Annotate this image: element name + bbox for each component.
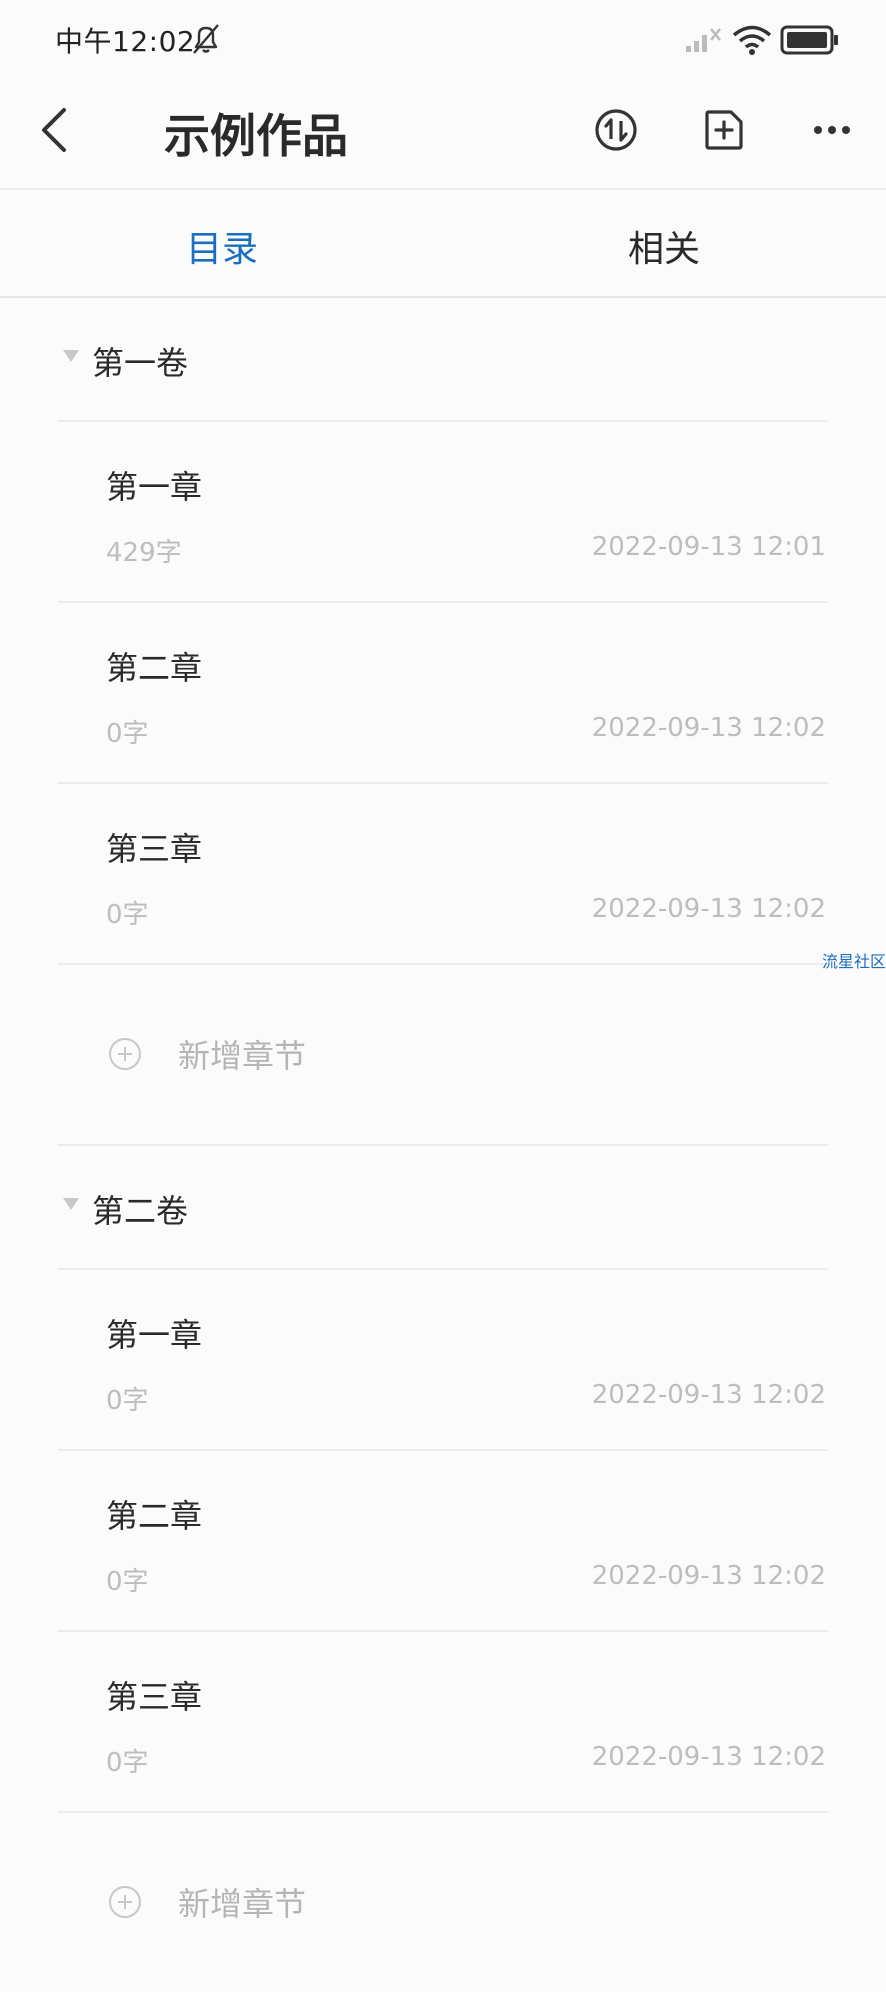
chapter-item[interactable]: 第三章 0字 2022-09-13 12:02 bbox=[0, 1632, 886, 1811]
chapter-word-count: 0字 bbox=[106, 719, 149, 749]
wifi-icon bbox=[732, 25, 772, 55]
chapter-item[interactable]: 第三章 0字 2022-09-13 12:02 bbox=[0, 784, 886, 963]
volume-title: 第二卷 bbox=[92, 1192, 189, 1230]
chapter-title: 第一章 bbox=[106, 1316, 203, 1354]
chapter-word-count: 429字 bbox=[106, 538, 182, 568]
more-button[interactable] bbox=[804, 102, 860, 158]
chapter-title: 第二章 bbox=[106, 649, 203, 687]
sort-button[interactable] bbox=[588, 102, 644, 158]
chapter-list: 第一卷 第一章 429字 2022-09-13 12:01 第二章 0字 202… bbox=[0, 298, 886, 1992]
app-header: 示例作品 bbox=[0, 80, 886, 188]
chapter-date: 2022-09-13 12:02 bbox=[591, 713, 826, 743]
chapter-date: 2022-09-13 12:02 bbox=[591, 894, 826, 924]
add-chapter-row[interactable]: 新增章节 bbox=[0, 1813, 886, 1992]
chapter-word-count: 0字 bbox=[106, 1386, 149, 1416]
collapse-triangle-icon[interactable] bbox=[63, 1198, 79, 1210]
page-title: 示例作品 bbox=[164, 109, 348, 163]
volume-title: 第一卷 bbox=[92, 344, 189, 382]
chapter-title: 第三章 bbox=[106, 830, 203, 868]
collapse-triangle-icon[interactable] bbox=[63, 350, 79, 362]
volume-header[interactable]: 第一卷 bbox=[0, 298, 886, 420]
chapter-word-count: 0字 bbox=[106, 900, 149, 930]
chapter-item[interactable]: 第一章 429字 2022-09-13 12:01 bbox=[0, 422, 886, 601]
add-chapter-button[interactable] bbox=[696, 102, 752, 158]
chapter-word-count: 0字 bbox=[106, 1567, 149, 1597]
tab-bar: 目录 相关 bbox=[0, 190, 886, 296]
bell-muted-icon bbox=[193, 24, 219, 54]
volume-header[interactable]: 第二卷 bbox=[0, 1146, 886, 1268]
chapter-item[interactable]: 第二章 0字 2022-09-13 12:02 bbox=[0, 1451, 886, 1630]
back-arrow-icon[interactable] bbox=[36, 102, 76, 158]
more-dots-icon bbox=[814, 126, 850, 134]
add-chapter-label: 新增章节 bbox=[178, 1037, 307, 1075]
sort-icon bbox=[595, 109, 637, 151]
chapter-date: 2022-09-13 12:01 bbox=[591, 532, 826, 562]
chapter-item[interactable]: 第一章 0字 2022-09-13 12:02 bbox=[0, 1270, 886, 1449]
tab-contents[interactable]: 目录 bbox=[186, 220, 258, 272]
chapter-title: 第三章 bbox=[106, 1678, 203, 1716]
chapter-item[interactable]: 第二章 0字 2022-09-13 12:02 bbox=[0, 603, 886, 782]
tab-related[interactable]: 相关 bbox=[628, 220, 700, 272]
add-document-icon bbox=[705, 110, 743, 150]
signal-icon bbox=[686, 28, 721, 52]
chapter-word-count: 0字 bbox=[106, 1748, 149, 1778]
add-circle-icon bbox=[109, 1886, 141, 1918]
chapter-title: 第二章 bbox=[106, 1497, 203, 1535]
chapter-title: 第一章 bbox=[106, 468, 203, 506]
chapter-date: 2022-09-13 12:02 bbox=[591, 1561, 826, 1591]
battery-icon bbox=[780, 25, 838, 55]
add-chapter-row[interactable]: 新增章节 bbox=[0, 965, 886, 1144]
status-bar: 中午12:02 bbox=[0, 0, 886, 80]
watermark-text: 流星社区 bbox=[822, 952, 886, 971]
status-time: 中午12:02 bbox=[55, 25, 196, 58]
add-chapter-label: 新增章节 bbox=[178, 1885, 307, 1923]
add-circle-icon bbox=[109, 1038, 141, 1070]
chapter-date: 2022-09-13 12:02 bbox=[591, 1380, 826, 1410]
chapter-date: 2022-09-13 12:02 bbox=[591, 1742, 826, 1772]
